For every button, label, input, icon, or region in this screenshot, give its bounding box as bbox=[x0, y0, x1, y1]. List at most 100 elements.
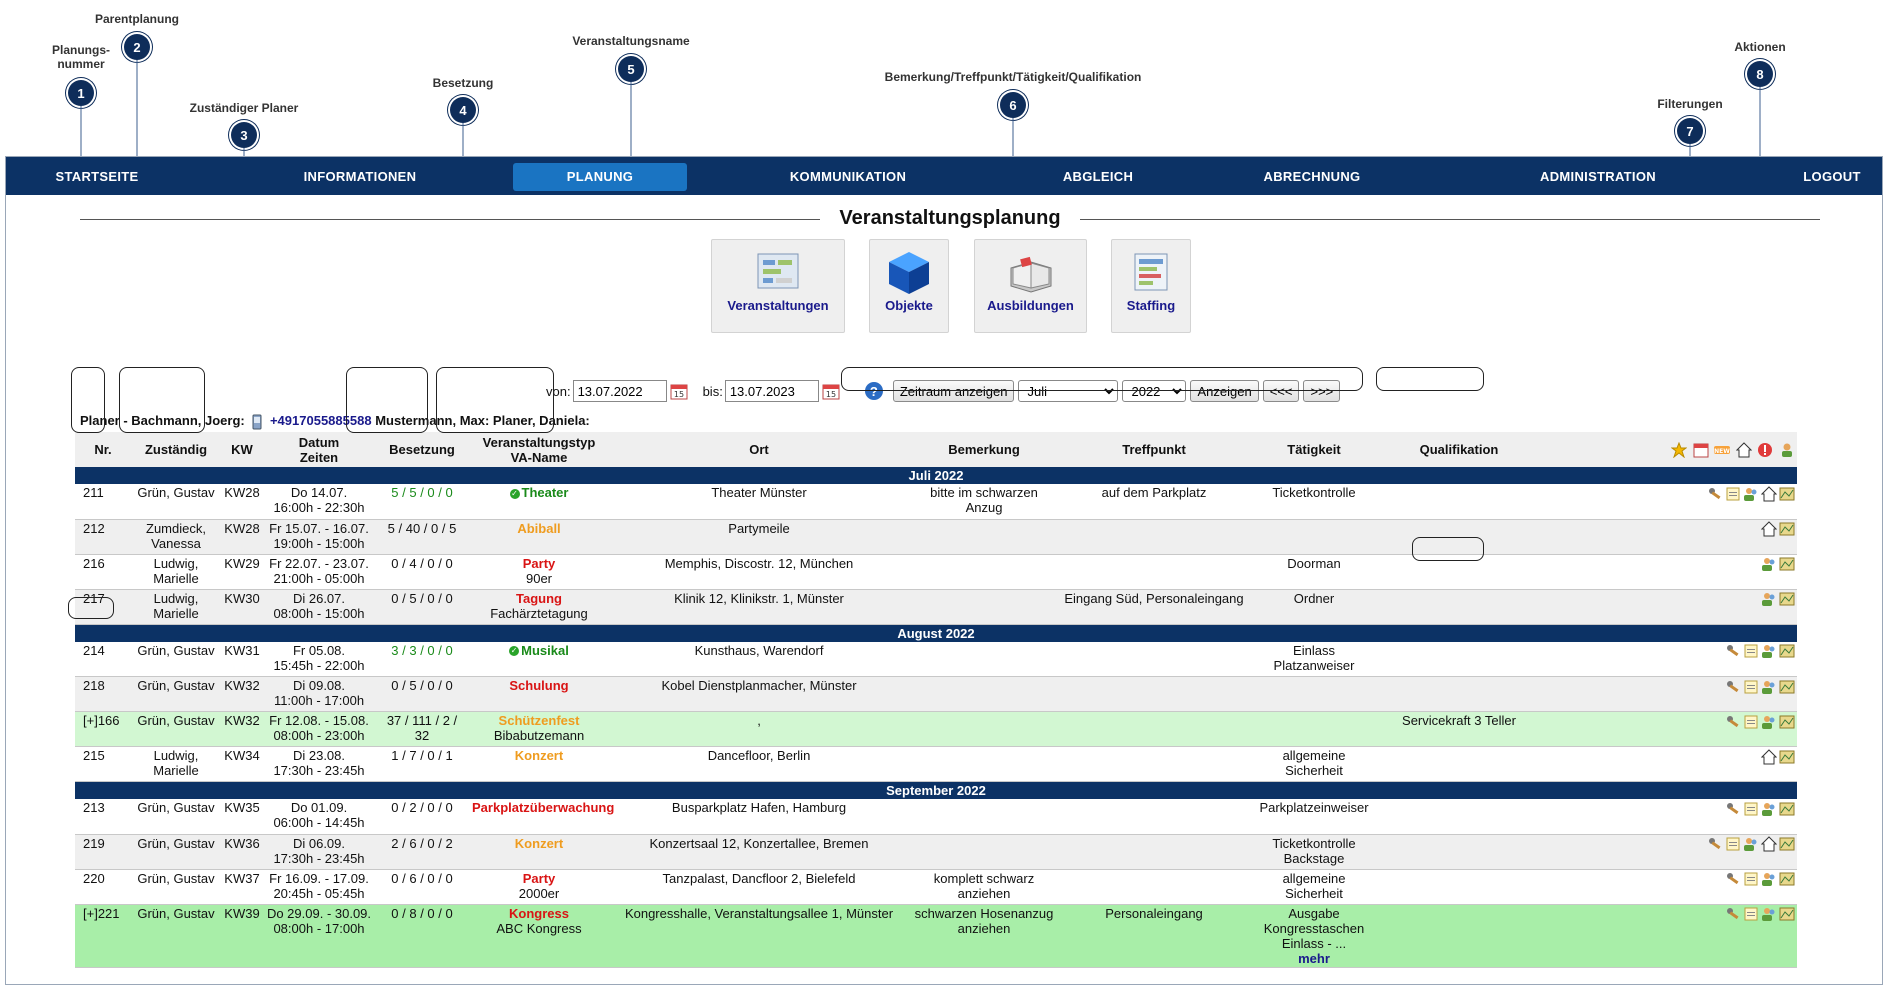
warning-icon[interactable] bbox=[1757, 442, 1773, 458]
home-icon[interactable] bbox=[1761, 836, 1777, 852]
header-typ-name[interactable]: Veranstaltungstyp VA-Name bbox=[469, 432, 609, 467]
header-qualifikation[interactable]: Qualifikation bbox=[1379, 432, 1539, 467]
cell-nr[interactable]: 216 bbox=[75, 554, 131, 590]
edit-icon[interactable] bbox=[1725, 801, 1741, 817]
map-icon[interactable] bbox=[1779, 836, 1795, 852]
user-group-icon[interactable] bbox=[1761, 906, 1777, 922]
nav-kommunikation[interactable]: KOMMUNIKATION bbox=[774, 163, 922, 191]
more-link[interactable]: mehr bbox=[1252, 951, 1376, 966]
tile-objekte[interactable]: Objekte bbox=[869, 239, 949, 333]
map-icon[interactable] bbox=[1779, 749, 1795, 765]
map-icon[interactable] bbox=[1779, 591, 1795, 607]
table-row[interactable]: [+]166 Grün, Gustav KW32 Fr 12.08. - 15.08.… bbox=[75, 711, 1797, 747]
user-group-icon[interactable] bbox=[1761, 679, 1777, 695]
cell-typ-name[interactable]: Parkplatzüberwachung bbox=[469, 799, 614, 835]
cell-typ-name[interactable]: ✓ Theater bbox=[469, 484, 609, 520]
table-row[interactable]: 213 Grün, Gustav KW35 Do 01.09. 06:00h - 14:… bbox=[75, 799, 1797, 835]
edit-icon[interactable] bbox=[1707, 486, 1723, 502]
new-icon[interactable]: NEW bbox=[1714, 442, 1731, 458]
prev-period-button[interactable]: <<< bbox=[1262, 380, 1300, 402]
map-icon[interactable] bbox=[1779, 521, 1795, 537]
document-icon[interactable] bbox=[1743, 714, 1759, 730]
user-group-icon[interactable] bbox=[1761, 556, 1777, 572]
table-row[interactable]: 220 Grün, Gustav KW37 Fr 16.09. - 17.09. 20:… bbox=[75, 869, 1797, 905]
user-group-icon[interactable] bbox=[1779, 442, 1795, 458]
map-icon[interactable] bbox=[1779, 486, 1795, 502]
header-nr[interactable]: Nr. bbox=[75, 432, 131, 467]
edit-icon[interactable] bbox=[1725, 714, 1741, 730]
cell-nr[interactable]: 213 bbox=[75, 799, 131, 835]
user-group-icon[interactable] bbox=[1761, 591, 1777, 607]
cell-nr[interactable]: 218 bbox=[75, 676, 131, 712]
nav-startseite[interactable]: STARTSEITE bbox=[40, 163, 155, 191]
map-icon[interactable] bbox=[1779, 643, 1795, 659]
user-group-icon[interactable] bbox=[1761, 871, 1777, 887]
table-row[interactable]: 211 Grün, Gustav KW28 Do 14.07. 16:00h - 22:… bbox=[75, 484, 1797, 520]
cell-nr[interactable]: [+]166 bbox=[75, 711, 131, 747]
document-icon[interactable] bbox=[1743, 871, 1759, 887]
year-select[interactable]: 2022 bbox=[1122, 380, 1187, 402]
header-zustaendig[interactable]: Zuständig bbox=[131, 432, 221, 467]
document-icon[interactable] bbox=[1743, 679, 1759, 695]
von-date-input[interactable] bbox=[572, 380, 667, 402]
user-group-icon[interactable] bbox=[1743, 486, 1759, 502]
table-row[interactable]: 212 Zumdieck, Vanessa KW28 Fr 15.07. - 16.0… bbox=[75, 519, 1797, 555]
tile-veranstaltungen[interactable]: Veranstaltungen bbox=[711, 239, 845, 333]
table-row[interactable]: 219 Grün, Gustav KW36 Di 06.09. 17:30h - 23:… bbox=[75, 834, 1797, 870]
nav-abrechnung[interactable]: ABRECHNUNG bbox=[1248, 163, 1377, 191]
cell-nr[interactable]: [+]221 bbox=[75, 904, 131, 968]
cell-typ-name[interactable]: Tagung Fachärztetagung bbox=[469, 589, 609, 625]
user-group-icon[interactable] bbox=[1761, 643, 1777, 659]
home-icon[interactable] bbox=[1761, 748, 1777, 765]
help-icon[interactable]: ? bbox=[864, 382, 883, 400]
cell-typ-name[interactable]: ✓ Musikal bbox=[469, 641, 609, 677]
nav-abgleich[interactable]: ABGLEICH bbox=[1047, 163, 1149, 191]
tile-staffing[interactable]: Staffing bbox=[1111, 239, 1191, 333]
map-icon[interactable] bbox=[1779, 679, 1795, 695]
edit-icon[interactable] bbox=[1725, 871, 1741, 887]
document-icon[interactable] bbox=[1743, 906, 1759, 922]
header-treffpunkt[interactable]: Treffpunkt bbox=[1059, 432, 1249, 467]
home-icon[interactable] bbox=[1735, 442, 1752, 458]
map-icon[interactable] bbox=[1779, 714, 1795, 730]
cell-typ-name[interactable]: Abiball bbox=[469, 519, 609, 555]
document-icon[interactable] bbox=[1743, 801, 1759, 817]
user-group-icon[interactable] bbox=[1743, 836, 1759, 852]
cell-nr[interactable]: 214 bbox=[75, 641, 131, 677]
next-period-button[interactable]: >>> bbox=[1303, 380, 1341, 402]
table-row[interactable]: 217 Ludwig, Marielle KW30 Di 26.07. 08:00h -… bbox=[75, 589, 1797, 625]
calendar-icon[interactable]: 15 bbox=[669, 381, 689, 401]
bis-date-input[interactable] bbox=[724, 380, 819, 402]
map-icon[interactable] bbox=[1779, 556, 1795, 572]
month-select[interactable]: Juli bbox=[1018, 380, 1119, 402]
map-icon[interactable] bbox=[1779, 906, 1795, 922]
calendar-icon[interactable]: 15 bbox=[821, 381, 841, 401]
planer-phone[interactable]: +4917055885588 bbox=[270, 413, 372, 428]
document-icon[interactable] bbox=[1743, 643, 1759, 659]
cell-typ-name[interactable]: Konzert bbox=[469, 746, 609, 782]
cell-typ-name[interactable]: Party 90er bbox=[469, 554, 609, 590]
header-bemerkung[interactable]: Bemerkung bbox=[909, 432, 1059, 467]
map-icon[interactable] bbox=[1779, 801, 1795, 817]
nav-logout[interactable]: LOGOUT bbox=[1787, 163, 1876, 191]
calendar-icon[interactable] bbox=[1693, 442, 1709, 458]
zeitraum-anzeigen-button[interactable]: Zeitraum anzeigen bbox=[892, 380, 1015, 402]
header-kw[interactable]: KW bbox=[221, 432, 263, 467]
cell-nr[interactable]: 215 bbox=[75, 746, 131, 782]
edit-icon[interactable] bbox=[1725, 643, 1741, 659]
document-icon[interactable] bbox=[1725, 486, 1741, 502]
cell-nr[interactable]: 212 bbox=[75, 519, 131, 555]
table-row[interactable]: 214 Grün, Gustav KW31 Fr 05.08. 15:45h - 22:… bbox=[75, 641, 1797, 677]
header-taetigkeit[interactable]: Tätigkeit bbox=[1249, 432, 1379, 467]
edit-icon[interactable] bbox=[1725, 679, 1741, 695]
document-icon[interactable] bbox=[1725, 836, 1741, 852]
map-icon[interactable] bbox=[1779, 871, 1795, 887]
cell-typ-name[interactable]: Schulung bbox=[469, 676, 609, 712]
cell-nr[interactable]: 219 bbox=[75, 834, 131, 870]
nav-administration[interactable]: ADMINISTRATION bbox=[1524, 163, 1672, 191]
cell-nr[interactable]: 220 bbox=[75, 869, 131, 905]
cell-typ-name[interactable]: Party 2000er bbox=[469, 869, 609, 905]
edit-icon[interactable] bbox=[1725, 906, 1741, 922]
table-row[interactable]: 216 Ludwig, Marielle KW29 Fr 22.07. - 23.07… bbox=[75, 554, 1797, 590]
header-besetzung[interactable]: Besetzung bbox=[375, 432, 469, 467]
